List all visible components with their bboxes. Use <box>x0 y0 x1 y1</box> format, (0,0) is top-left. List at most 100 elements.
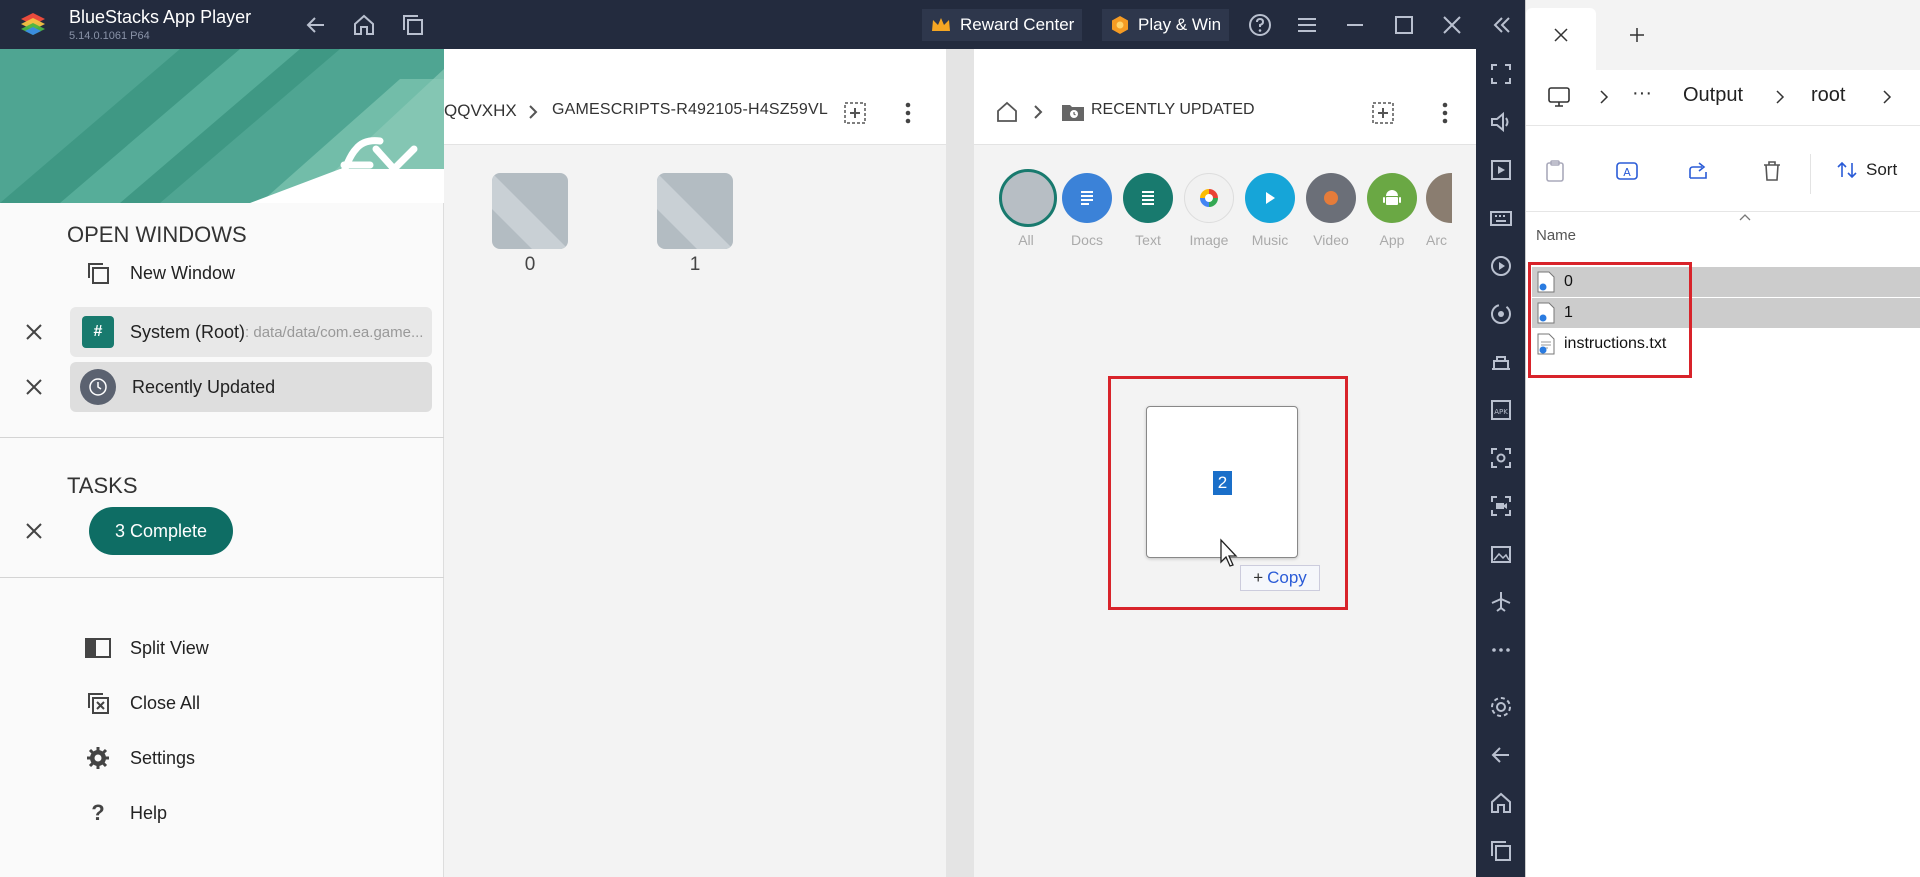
record-screen-icon[interactable] <box>1488 493 1514 519</box>
home-outline-icon[interactable] <box>995 100 1019 124</box>
back-arrow-icon[interactable] <box>1488 742 1514 768</box>
folder-thumbnail[interactable] <box>657 173 733 249</box>
category-label: Docs <box>1071 232 1103 248</box>
bluestacks-titlebar: BlueStacks App Player 5.14.0.1061 P64 Re… <box>0 0 1525 49</box>
folder-thumbnail-graphic-icon <box>657 173 733 249</box>
category-text[interactable]: Text <box>1121 173 1175 248</box>
address-segment-output[interactable]: Output <box>1683 84 1743 107</box>
explorer-address-bar: ··· Output root <box>1526 70 1920 126</box>
category-app[interactable]: App <box>1365 173 1419 248</box>
select-all-icon[interactable] <box>1370 100 1396 126</box>
recent-apps-icon[interactable] <box>1488 838 1514 864</box>
category-label: Image <box>1189 232 1229 248</box>
copy-tooltip: + Copy <box>1240 565 1320 591</box>
volume-icon[interactable] <box>1488 109 1514 135</box>
settings-label: Settings <box>130 747 196 768</box>
open-window-system-root[interactable]: # System (Root) : data/data/com.ea.game.… <box>70 307 432 357</box>
more-horiz-icon[interactable] <box>1488 637 1514 663</box>
new-window-icon <box>84 259 112 287</box>
text-doc-icon <box>1123 173 1173 223</box>
rename-icon[interactable]: A <box>1614 158 1640 184</box>
app-version: 5.14.0.1061 P64 <box>69 30 150 42</box>
macro-play-icon[interactable] <box>1488 253 1514 279</box>
keyboard-icon[interactable] <box>1488 205 1514 231</box>
chevron-right-icon <box>1034 105 1043 119</box>
split-view-button[interactable]: Split View <box>84 634 209 662</box>
back-arrow-icon[interactable] <box>303 12 329 38</box>
select-all-icon[interactable] <box>842 100 868 126</box>
right-pane-toolbar: RECENTLY UPDATED <box>974 49 1476 145</box>
close-all-button[interactable]: Close All <box>84 689 200 717</box>
close-window-icon[interactable] <box>1439 12 1465 38</box>
new-tab-plus-icon[interactable] <box>1629 27 1645 43</box>
new-window-button[interactable]: New Window <box>84 259 235 287</box>
close-all-icon <box>84 689 112 717</box>
share-icon[interactable] <box>1686 158 1712 184</box>
more-vert-icon[interactable] <box>903 100 913 126</box>
fx-logo-icon <box>334 137 418 193</box>
name-column-header[interactable]: Name <box>1536 227 1576 244</box>
recent-apps-icon[interactable] <box>400 12 426 38</box>
category-all[interactable]: All <box>999 169 1057 248</box>
close-tab-icon[interactable] <box>1553 27 1569 43</box>
close-icon[interactable] <box>20 517 48 545</box>
open-windows-heading: OPEN WINDOWS <box>67 222 247 247</box>
fullscreen-icon[interactable] <box>1488 61 1514 87</box>
delete-icon[interactable] <box>1759 158 1785 184</box>
plus-icon: + <box>1253 568 1264 587</box>
breadcrumb-current[interactable]: GAMESCRIPTS-R492105-H4SZ59VL <box>552 101 828 119</box>
folder-label: 1 <box>689 254 701 275</box>
all-category-icon <box>999 169 1057 227</box>
hamburger-menu-icon[interactable] <box>1294 12 1320 38</box>
close-icon[interactable] <box>20 318 48 346</box>
sync-icon[interactable] <box>1488 301 1514 327</box>
breadcrumb-parent[interactable]: QQVXHX <box>444 101 517 121</box>
home-icon[interactable] <box>1488 790 1514 816</box>
more-vert-icon[interactable] <box>1440 100 1450 126</box>
computer-icon[interactable] <box>1546 84 1572 110</box>
window-title: System (Root) <box>130 321 246 342</box>
airplane-icon[interactable] <box>1488 589 1514 615</box>
play-win-button[interactable]: Play & Win <box>1102 9 1230 41</box>
breadcrumb-current[interactable]: RECENTLY UPDATED <box>1091 101 1255 119</box>
pane-divider[interactable] <box>946 49 974 877</box>
app-title: BlueStacks App Player <box>69 7 252 27</box>
tasks-heading: TASKS <box>67 473 138 498</box>
apk-icon[interactable]: APK <box>1488 397 1514 423</box>
help-circle-icon[interactable] <box>1247 12 1273 38</box>
window-title: Recently Updated <box>132 376 276 397</box>
paste-icon[interactable] <box>1542 158 1568 184</box>
task-status-button[interactable]: 3 Complete <box>89 507 233 555</box>
address-segment-root[interactable]: root <box>1811 84 1845 107</box>
hexagon-coin-icon <box>1112 16 1128 34</box>
folder-thumbnail[interactable] <box>492 173 568 249</box>
image-pinwheel-icon <box>1184 173 1234 223</box>
gallery-icon[interactable] <box>1488 541 1514 567</box>
archive-icon <box>1426 173 1452 223</box>
pointer-icon[interactable] <box>1488 157 1514 183</box>
close-icon[interactable] <box>20 373 48 401</box>
help-button[interactable]: ? Help <box>84 799 167 827</box>
maximize-icon[interactable] <box>1391 12 1417 38</box>
settings-button[interactable]: Settings <box>84 744 195 772</box>
recent-folder-icon <box>1062 105 1084 121</box>
gear-icon[interactable] <box>1488 694 1514 720</box>
category-archive[interactable]: Arc <box>1426 173 1452 263</box>
category-video[interactable]: Video <box>1304 173 1358 248</box>
chevron-right-icon <box>1600 90 1609 104</box>
svg-text:APK: APK <box>1494 408 1508 416</box>
open-window-recently-updated[interactable]: Recently Updated <box>70 362 432 412</box>
category-music[interactable]: Music <box>1243 173 1297 248</box>
copy-tooltip-label: Copy <box>1267 568 1307 587</box>
minimize-icon[interactable] <box>1342 12 1368 38</box>
category-docs[interactable]: Docs <box>1060 173 1114 248</box>
more-path-icon[interactable]: ··· <box>1632 82 1652 105</box>
screenshot-icon[interactable] <box>1488 445 1514 471</box>
multi-instance-icon[interactable] <box>1488 349 1514 375</box>
play-music-icon <box>1245 173 1295 223</box>
home-icon[interactable] <box>351 12 377 38</box>
reward-center-button[interactable]: Reward Center <box>922 9 1083 41</box>
category-image[interactable]: Image <box>1182 173 1236 248</box>
collapse-sidebar-icon[interactable] <box>1488 12 1514 38</box>
sort-button[interactable]: Sort <box>1836 159 1897 181</box>
